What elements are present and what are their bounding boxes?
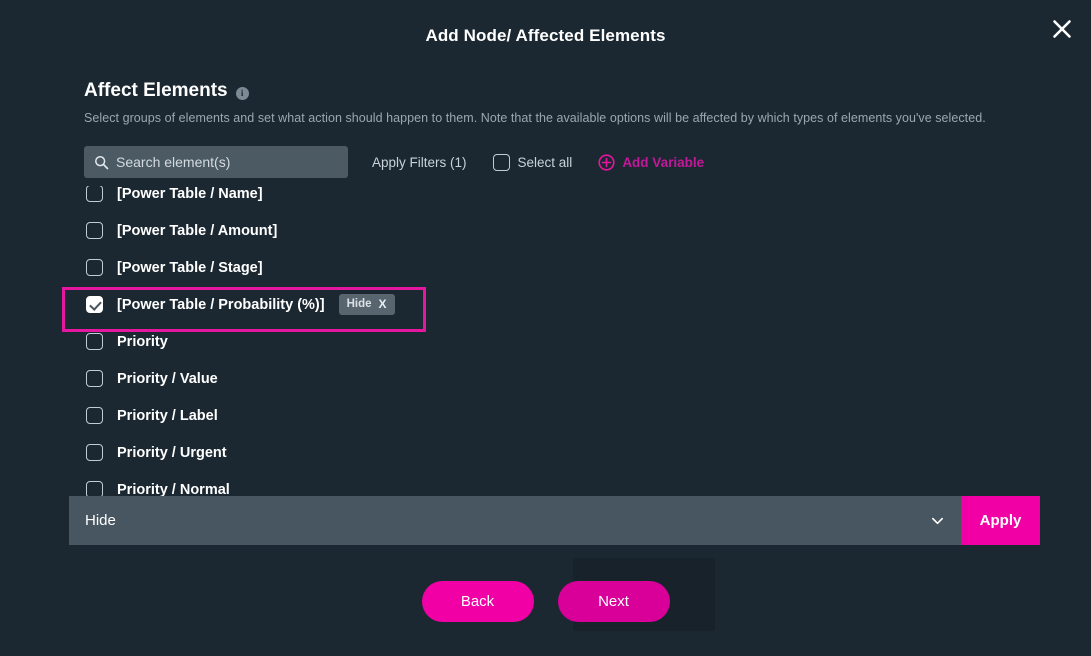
search-icon [95,155,109,169]
list-item[interactable]: [Power Table / Stage] [0,249,1091,286]
element-checkbox[interactable] [86,407,103,424]
search-input[interactable] [116,154,338,170]
footer-navigation: Back Next [0,581,1091,622]
close-icon[interactable] [1045,12,1079,46]
next-button[interactable]: Next [557,581,670,622]
element-label: Priority [117,333,168,350]
element-label: [Power Table / Name] [117,186,263,202]
list-item[interactable]: [Power Table / Probability (%)] Hide X [0,286,1091,323]
element-label: Priority / Urgent [117,444,227,461]
add-node-modal: Add Node/ Affected Elements Affect Eleme… [0,0,1091,656]
element-label: [Power Table / Stage] [117,259,263,276]
element-list-inner: [Power Table / Name] [Power Table / Amoun… [0,186,1091,498]
action-bar: Hide Apply [69,496,1040,545]
action-select[interactable]: Hide [69,496,961,545]
list-item[interactable]: Priority / Label [0,397,1091,434]
element-label: [Power Table / Amount] [117,222,278,239]
element-checkbox[interactable] [86,186,103,202]
apply-button[interactable]: Apply [961,496,1040,545]
action-tag-remove-icon[interactable]: X [379,297,387,311]
element-label: [Power Table / Probability (%)] [117,296,325,313]
element-checkbox[interactable] [86,333,103,350]
element-checkbox[interactable] [86,370,103,387]
select-all-checkbox[interactable] [492,153,510,171]
add-variable-button[interactable]: Add Variable [598,153,705,171]
list-item[interactable]: [Power Table / Amount] [0,212,1091,249]
list-item[interactable]: Priority / Normal [0,471,1091,498]
list-item[interactable]: Priority [0,323,1091,360]
list-item[interactable]: Priority / Value [0,360,1091,397]
element-checkbox[interactable] [86,222,103,239]
back-button[interactable]: Back [421,581,534,622]
list-item[interactable]: [Power Table / Name] [0,186,1091,212]
element-label: Priority / Label [117,407,218,424]
info-icon[interactable]: i [235,86,249,100]
select-all-control[interactable]: Select all [492,153,573,171]
add-variable-label: Add Variable [622,154,705,170]
element-checkbox[interactable] [86,259,103,276]
action-select-value: Hide [85,512,116,529]
element-checkbox[interactable] [86,444,103,461]
list-item[interactable]: Priority / Urgent [0,434,1091,471]
page-title: Affect Elements [84,80,228,101]
element-checkbox[interactable] [86,296,103,313]
toolbar: Apply Filters (1) Select all Add Variabl… [84,146,704,178]
element-list[interactable]: [Power Table / Name] [Power Table / Amoun… [0,186,1091,498]
action-tag-badge[interactable]: Hide X [338,294,395,315]
search-input-wrapper[interactable] [84,146,348,178]
section-header: Affect Elements i [84,80,249,102]
apply-filters-button[interactable]: Apply Filters (1) [372,155,467,170]
element-label: Priority / Value [117,370,218,387]
chevron-down-icon [932,517,943,525]
action-tag-label: Hide [346,298,372,310]
select-all-label: Select all [517,154,573,170]
plus-circle-icon [598,153,615,171]
section-description: Select groups of elements and set what a… [84,111,986,125]
modal-title: Add Node/ Affected Elements [425,26,666,45]
